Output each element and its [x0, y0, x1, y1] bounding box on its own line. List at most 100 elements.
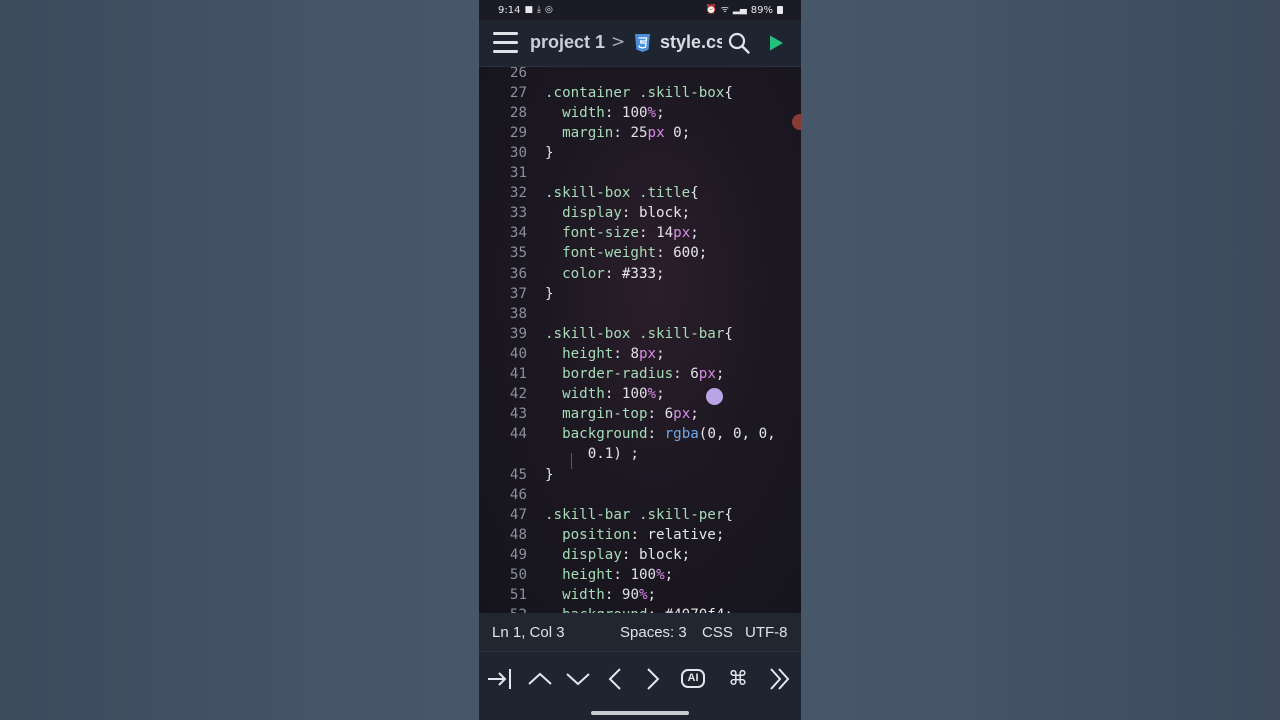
line-number: 38 — [509, 305, 527, 322]
line-number: 52 — [479, 605, 527, 613]
code-line[interactable]: 0.1) ; — [479, 444, 801, 464]
code-token: width — [562, 104, 605, 121]
code-token: { — [724, 325, 733, 342]
code-token: width — [562, 386, 605, 403]
code-text: width: 100%; — [545, 384, 665, 404]
code-line[interactable]: 29 margin: 25px 0; — [479, 123, 801, 143]
code-token: position — [562, 526, 631, 543]
line-number: 30 — [509, 144, 527, 161]
code-line[interactable]: 38 — [479, 304, 801, 324]
line-number: 40 — [509, 345, 527, 362]
line-number: 45 — [509, 466, 527, 483]
code-line[interactable]: 52 background: #4070f4; — [479, 605, 801, 613]
code-line[interactable]: 51 width: 90%; — [479, 585, 801, 605]
code-line[interactable]: 26 — [479, 67, 801, 83]
code-line[interactable]: 45} — [479, 465, 801, 485]
line-number: 31 — [509, 165, 527, 181]
code-line[interactable]: 44 background: rgba(0, 0, 0, — [479, 424, 801, 444]
wifi-icon: ᯤ — [720, 5, 729, 15]
ai-assistant-button[interactable]: AI — [681, 669, 705, 688]
code-token: .container .skill-box — [545, 84, 725, 101]
code-token: : block; — [621, 546, 691, 563]
encoding[interactable]: UTF-8 — [745, 624, 788, 641]
code-token: : — [673, 366, 691, 382]
search-icon[interactable] — [727, 31, 751, 55]
code-line[interactable]: 31 — [479, 163, 801, 183]
code-token: ; — [690, 406, 699, 423]
line-number: 29 — [509, 124, 527, 141]
line-number: 47 — [509, 506, 527, 523]
code-token: 100 — [630, 567, 657, 583]
code-line[interactable]: 28 width: 100%; — [479, 103, 801, 123]
code-token: margin-top — [562, 406, 648, 423]
code-line[interactable]: 33 display: block; — [479, 203, 801, 223]
code-line[interactable]: 30} — [479, 143, 801, 163]
cursor-position[interactable]: Ln 1, Col 3 — [492, 624, 565, 641]
menu-icon[interactable] — [493, 32, 518, 53]
code-token: 25 — [630, 124, 648, 141]
code-line[interactable]: 46 — [479, 485, 801, 505]
code-token: % — [647, 386, 657, 403]
breadcrumb-project[interactable]: project 1 — [530, 32, 605, 53]
code-line[interactable]: 43 margin-top: 6px; — [479, 404, 801, 424]
code-line[interactable]: 49 display: block; — [479, 545, 801, 565]
code-line[interactable]: 39 .skill-box .skill-bar{ — [479, 324, 801, 344]
command-icon[interactable]: ⌘ — [726, 665, 750, 691]
language-mode[interactable]: CSS — [702, 624, 733, 641]
code-text: margin-top: 6px; — [545, 404, 699, 424]
code-token: margin — [562, 124, 614, 141]
code-text: font-weight: 600; — [545, 243, 707, 263]
code-token: height — [562, 345, 614, 362]
code-line[interactable]: 47 .skill-bar .skill-per{ — [479, 505, 801, 525]
home-indicator[interactable] — [591, 711, 689, 715]
code-text: 0.1) ; — [545, 444, 639, 464]
line-number: 48 — [509, 526, 527, 543]
code-token: : — [613, 345, 631, 362]
signal-icon: ▂▄ — [732, 5, 747, 15]
chevron-up-icon[interactable] — [526, 666, 554, 692]
system-nav-bar — [479, 705, 801, 720]
code-token: : block; — [621, 205, 691, 222]
code-token: : #333; — [604, 265, 665, 282]
app-bar: project 1 > style.css — [479, 20, 801, 67]
code-line[interactable]: 50 height: 100%; — [479, 565, 801, 585]
file-tab-name[interactable]: style.css — [660, 32, 722, 53]
code-line[interactable]: 37} — [479, 284, 801, 304]
code-line[interactable]: 48 position: relative; — [479, 525, 801, 545]
code-text: background: #4070f4; — [545, 605, 733, 613]
chevron-down-icon[interactable] — [564, 666, 592, 692]
code-token: : — [604, 587, 622, 604]
code-token: 90 — [621, 587, 639, 604]
download-icon: ⤓ — [536, 5, 541, 15]
code-line[interactable]: 35 font-weight: 600; — [479, 243, 801, 263]
code-token: px — [698, 366, 716, 382]
code-token: color — [562, 265, 605, 282]
code-text: margin: 25px 0; — [545, 123, 690, 143]
code-text: } — [545, 284, 554, 304]
code-text: background: rgba(0, 0, 0, — [545, 424, 776, 444]
code-text: height: 100%; — [545, 565, 673, 585]
code-token: 6 — [664, 406, 674, 423]
tab-icon[interactable] — [485, 666, 513, 692]
code-line[interactable]: 34 font-size: 14px; — [479, 223, 801, 243]
code-line[interactable]: 36 color: #333; — [479, 264, 801, 284]
line-number: 43 — [509, 406, 527, 423]
code-line[interactable]: 42 width: 100%; — [479, 384, 801, 404]
line-number: 39 — [509, 325, 527, 342]
line-number: 33 — [509, 205, 527, 222]
run-icon[interactable] — [767, 34, 785, 52]
code-token: : — [647, 426, 665, 443]
code-line[interactable]: 32 .skill-box .title{ — [479, 183, 801, 203]
chevron-right-icon[interactable] — [639, 666, 667, 692]
code-line[interactable]: 40 height: 8px; — [479, 344, 801, 364]
code-text: .skill-box .title{ — [545, 183, 699, 203]
indent-setting[interactable]: Spaces: 3 — [620, 624, 687, 641]
code-editor[interactable]: 26 27 .container .skill-box{28 width: 100%… — [479, 67, 801, 613]
chevron-left-icon[interactable] — [601, 666, 629, 692]
code-line[interactable]: 41 border-radius: 6px; — [479, 364, 801, 384]
double-chevron-right-icon[interactable] — [766, 666, 794, 692]
code-line[interactable]: 27 .container .skill-box{ — [479, 83, 801, 103]
